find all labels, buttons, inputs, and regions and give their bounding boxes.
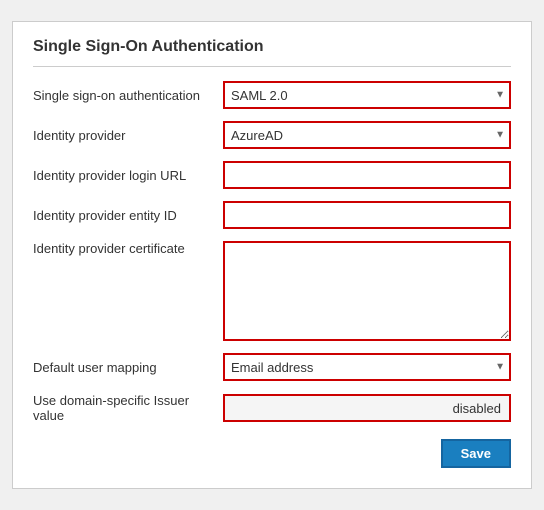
sso-dialog: Single Sign-On Authentication Single sig… <box>12 21 532 489</box>
certificate-row: Identity provider certificate <box>33 241 511 341</box>
domain-issuer-value: disabled <box>453 401 501 416</box>
sso-auth-control: SAML 2.0 None ▼ <box>223 81 511 109</box>
login-url-input[interactable] <box>223 161 511 189</box>
dialog-footer: Save <box>33 439 511 468</box>
dialog-title: Single Sign-On Authentication <box>33 38 511 67</box>
user-mapping-control: Email address Username ▼ <box>223 353 511 381</box>
domain-issuer-row: Use domain-specific Issuer value disable… <box>33 393 511 423</box>
login-url-row: Identity provider login URL <box>33 161 511 189</box>
entity-id-label: Identity provider entity ID <box>33 208 223 223</box>
entity-id-input[interactable] <box>223 201 511 229</box>
login-url-label: Identity provider login URL <box>33 168 223 183</box>
sso-auth-row: Single sign-on authentication SAML 2.0 N… <box>33 81 511 109</box>
identity-provider-select-wrapper: AzureAD ADFS Okta OneLogin Custom ▼ <box>223 121 511 149</box>
certificate-control <box>223 241 511 341</box>
sso-auth-label: Single sign-on authentication <box>33 88 223 103</box>
domain-issuer-control: disabled <box>223 394 511 422</box>
identity-provider-row: Identity provider AzureAD ADFS Okta OneL… <box>33 121 511 149</box>
user-mapping-row: Default user mapping Email address Usern… <box>33 353 511 381</box>
identity-provider-select[interactable]: AzureAD ADFS Okta OneLogin Custom <box>223 121 511 149</box>
sso-auth-select-wrapper: SAML 2.0 None ▼ <box>223 81 511 109</box>
login-url-control <box>223 161 511 189</box>
identity-provider-label: Identity provider <box>33 128 223 143</box>
identity-provider-control: AzureAD ADFS Okta OneLogin Custom ▼ <box>223 121 511 149</box>
user-mapping-label: Default user mapping <box>33 360 223 375</box>
certificate-label: Identity provider certificate <box>33 241 223 256</box>
user-mapping-select-wrapper: Email address Username ▼ <box>223 353 511 381</box>
certificate-textarea[interactable] <box>223 241 511 341</box>
save-button[interactable]: Save <box>441 439 511 468</box>
entity-id-row: Identity provider entity ID <box>33 201 511 229</box>
entity-id-control <box>223 201 511 229</box>
sso-auth-select[interactable]: SAML 2.0 None <box>223 81 511 109</box>
domain-issuer-label: Use domain-specific Issuer value <box>33 393 223 423</box>
domain-issuer-toggle[interactable]: disabled <box>223 394 511 422</box>
user-mapping-select[interactable]: Email address Username <box>223 353 511 381</box>
